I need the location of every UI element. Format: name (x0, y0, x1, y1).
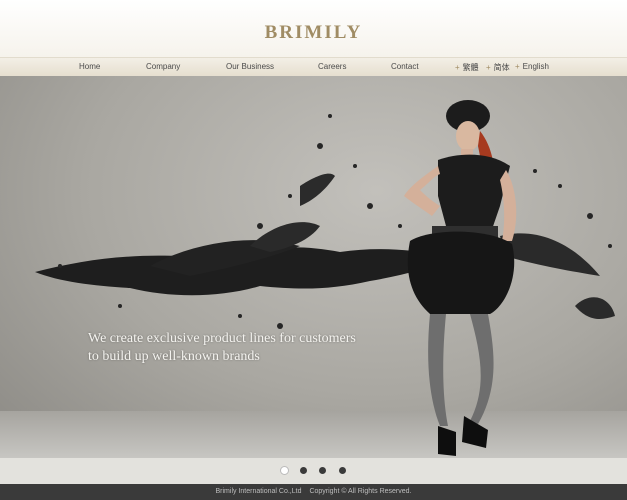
ink-splash (500, 233, 600, 276)
slide-dot-2[interactable] (300, 467, 307, 474)
slide-dot-4[interactable] (339, 467, 346, 474)
hero-banner: We create exclusive product lines for cu… (0, 76, 627, 458)
lang-label: 简体 (493, 63, 510, 72)
caption-line: to build up well-known brands (88, 349, 260, 364)
nav-contact[interactable]: Contact (391, 62, 419, 71)
lang-english[interactable]: + English (515, 62, 549, 71)
lang-simplified-chinese[interactable]: + 简体 (486, 62, 510, 73)
slide-dot-3[interactable] (319, 467, 326, 474)
ink-splash (300, 173, 335, 206)
slide-dot-1[interactable] (280, 466, 289, 475)
brand-logo[interactable]: BRIMILY (0, 22, 627, 44)
hero-caption: We create exclusive product lines for cu… (88, 330, 356, 366)
header: BRIMILY (0, 0, 627, 57)
footer: Brimily International Co.,Ltd Copyright … (0, 484, 627, 500)
hero-illustration (35, 100, 615, 456)
bullet-icon: + (455, 63, 460, 72)
main-nav: Home Company Our Business Careers Contac… (0, 57, 627, 77)
caption-line: We create exclusive product lines for cu… (88, 331, 356, 346)
model-figure (404, 100, 517, 456)
bullet-icon: + (515, 62, 520, 71)
ink-splash (575, 297, 615, 319)
lang-label: 繁體 (462, 63, 479, 72)
footer-copyright: Copyright © All Rights Reserved. (309, 488, 412, 495)
nav-our-business[interactable]: Our Business (226, 62, 274, 71)
nav-company[interactable]: Company (146, 62, 180, 71)
lang-traditional-chinese[interactable]: + 繁體 (455, 62, 479, 73)
footer-company: Brimily International Co.,Ltd (215, 488, 302, 495)
bullet-icon: + (486, 63, 491, 72)
nav-careers[interactable]: Careers (318, 62, 346, 71)
lang-label: English (522, 62, 549, 71)
slider-pagination (0, 458, 627, 484)
nav-home[interactable]: Home (79, 62, 100, 71)
